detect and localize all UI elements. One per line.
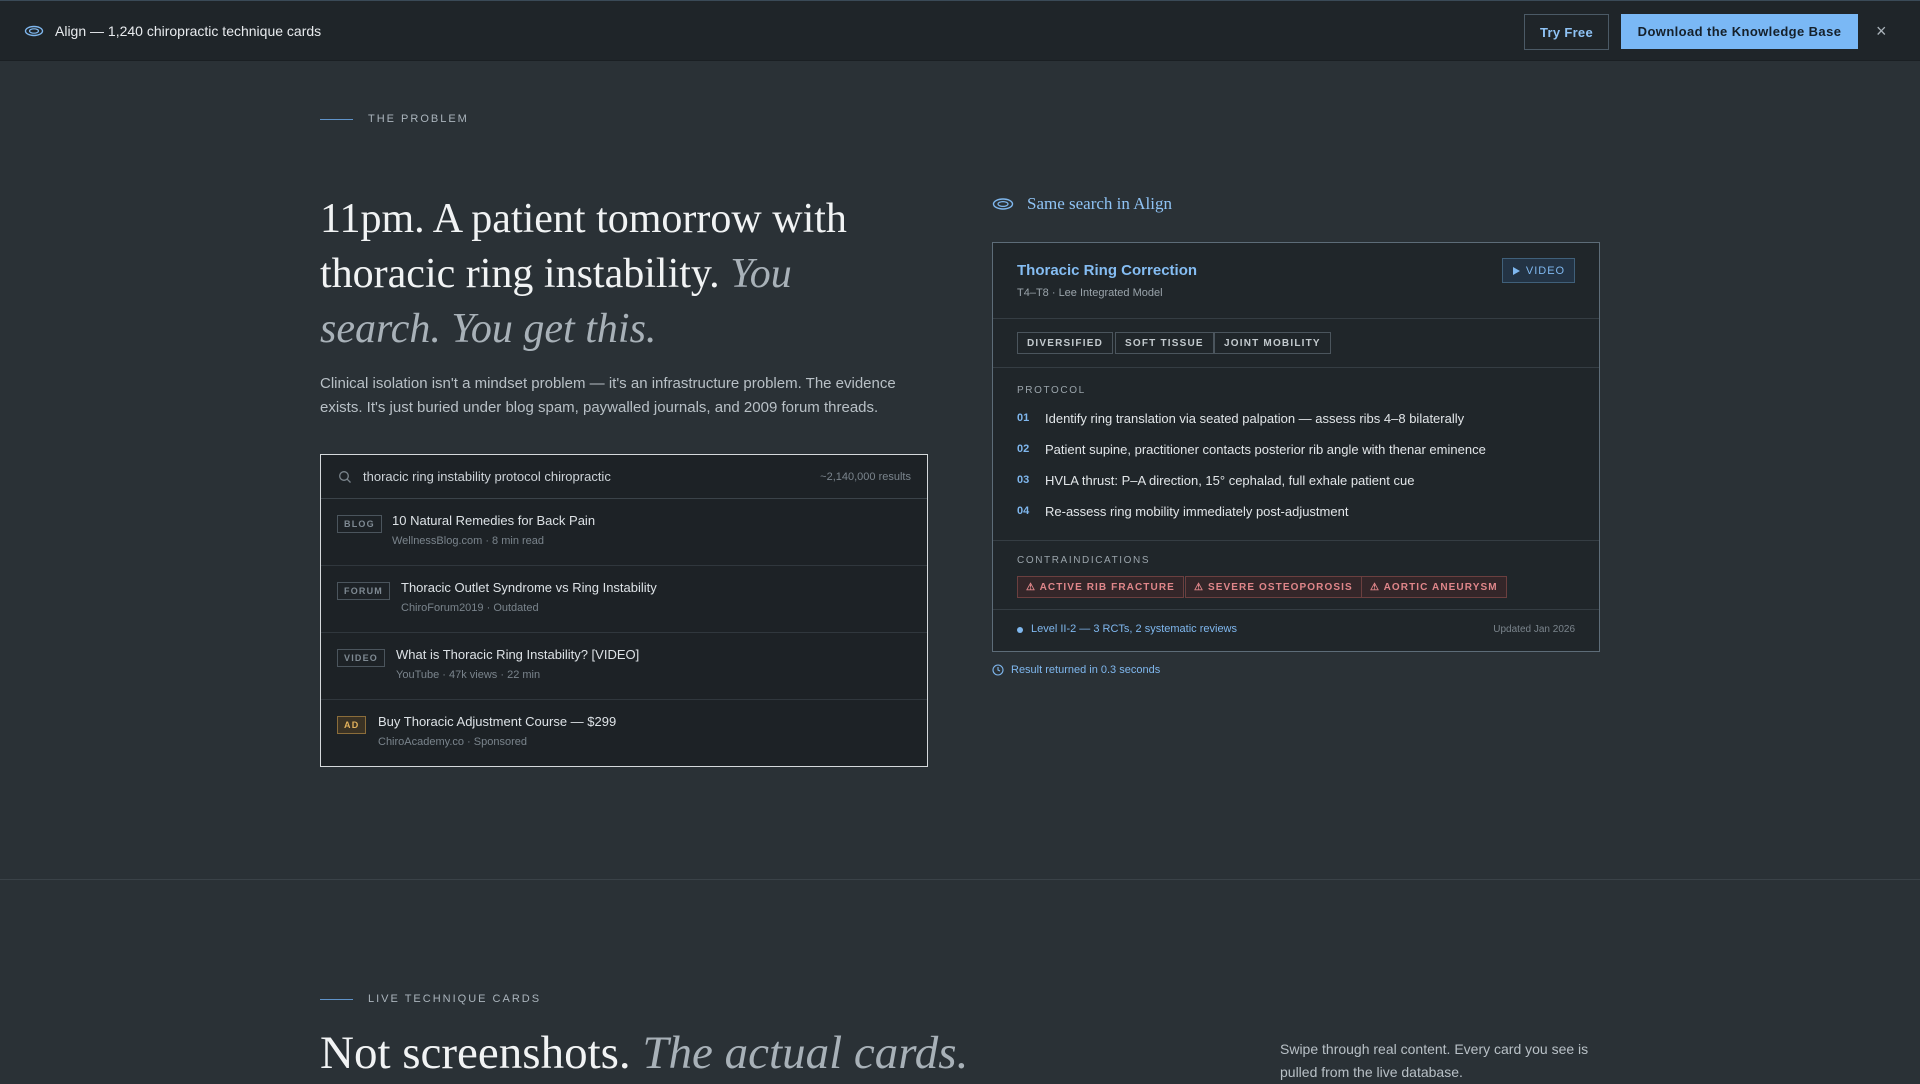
protocol-section: PROTOCOL 01 Identify ring translation vi… xyxy=(993,368,1599,541)
problem-headline: 11pm. A patient tomorrow with thoracic r… xyxy=(320,192,920,357)
eyebrow-label: THE PROBLEM xyxy=(368,113,469,125)
result-time-text: Result returned in 0.3 seconds xyxy=(1011,664,1161,676)
results-count: ~2,140,000 results xyxy=(820,471,911,483)
top-bar: Align — 1,240 chiropractic technique car… xyxy=(0,0,1920,61)
section-eyebrow-problem: THE PROBLEM xyxy=(320,113,469,125)
section-eyebrow-live: LIVE TECHNIQUE CARDS xyxy=(320,993,541,1005)
result-title[interactable]: 10 Natural Remedies for Back Pain xyxy=(392,513,595,528)
video-button[interactable]: VIDEO xyxy=(1502,258,1575,283)
updated-date: Updated Jan 2026 xyxy=(1493,624,1575,635)
step-text: HVLA thrust: P–A direction, 15° cephalad… xyxy=(1045,473,1415,488)
step-number: 04 xyxy=(1017,505,1030,517)
eyebrow-label: LIVE TECHNIQUE CARDS xyxy=(368,993,542,1005)
technique-tag: DIVERSIFIED xyxy=(1017,332,1113,354)
contraindications-label: CONTRAINDICATIONS xyxy=(1017,555,1151,566)
eyebrow-line xyxy=(320,118,353,120)
search-bar[interactable]: thoracic ring instability protocol chiro… xyxy=(321,455,927,499)
card-subtitle: T4–T8 · Lee Integrated Model xyxy=(1017,287,1163,299)
search-result[interactable]: VIDEO What is Thoracic Ring Instability?… xyxy=(321,633,927,700)
contraindication-badge: ⚠ AORTIC ANEURYSM xyxy=(1361,576,1507,598)
search-result-ad[interactable]: AD Buy Thoracic Adjustment Course — $299… xyxy=(321,700,927,767)
step-number: 01 xyxy=(1017,412,1030,424)
search-results-panel: thoracic ring instability protocol chiro… xyxy=(320,454,928,767)
contraindications-section: CONTRAINDICATIONS ⚠ ACTIVE RIB FRACTURE … xyxy=(993,541,1599,610)
card-header: Thoracic Ring Correction T4–T8 · Lee Int… xyxy=(993,243,1599,319)
result-tag: VIDEO xyxy=(337,649,386,667)
contraindication-badge: ⚠ ACTIVE RIB FRACTURE xyxy=(1017,576,1184,598)
align-heading-text: Same search in Align xyxy=(1027,194,1172,213)
play-icon xyxy=(1512,266,1520,275)
result-title[interactable]: Thoracic Outlet Syndrome vs Ring Instabi… xyxy=(401,580,657,595)
problem-lede: Clinical isolation isn't a mindset probl… xyxy=(320,375,896,416)
protocol-step: 04 Re-assess ring mobility immediately p… xyxy=(1017,504,1348,519)
result-tag: BLOG xyxy=(337,515,382,533)
clock-icon xyxy=(992,664,1004,676)
eyebrow-line xyxy=(320,998,353,1000)
eye-icon xyxy=(24,25,44,37)
ad-tag: AD xyxy=(337,716,367,734)
step-text: Identify ring translation via seated pal… xyxy=(1045,411,1465,426)
protocol-step: 01 Identify ring translation via seated … xyxy=(1017,411,1464,426)
protocol-step: 02 Patient supine, practitioner contacts… xyxy=(1017,442,1486,457)
result-meta: YouTube · 47k views · 22 min xyxy=(396,669,541,681)
search-result[interactable]: FORUM Thoracic Outlet Syndrome vs Ring I… xyxy=(321,566,927,633)
result-meta: ChiroForum2019 · Outdated xyxy=(401,602,539,614)
technique-tag: SOFT TISSUE xyxy=(1115,332,1214,354)
card-tags: DIVERSIFIED SOFT TISSUE JOINT MOBILITY xyxy=(993,319,1599,368)
video-label: VIDEO xyxy=(1525,264,1566,277)
eye-icon xyxy=(992,198,1014,210)
step-text: Re-assess ring mobility immediately post… xyxy=(1045,504,1349,519)
evidence-dot-icon xyxy=(1017,627,1023,633)
close-icon[interactable]: × xyxy=(1876,20,1887,42)
protocol-label: PROTOCOL xyxy=(1017,385,1086,396)
result-title[interactable]: Buy Thoracic Adjustment Course — $299 xyxy=(378,714,616,729)
search-query[interactable]: thoracic ring instability protocol chiro… xyxy=(363,469,611,484)
protocol-step: 03 HVLA thrust: P–A direction, 15° cepha… xyxy=(1017,473,1414,488)
section-divider xyxy=(0,879,1920,880)
live-description: Swipe through real content. Every card y… xyxy=(1280,1041,1589,1080)
result-meta: WellnessBlog.com · 8 min read xyxy=(392,535,545,547)
card-footer: Level II-2 — 3 RCTs, 2 systematic review… xyxy=(993,610,1599,650)
download-knowledge-base-button[interactable]: Download the Knowledge Base xyxy=(1621,14,1858,49)
search-icon xyxy=(339,471,351,483)
step-text: Patient supine, practitioner contacts po… xyxy=(1045,442,1486,457)
result-tag: FORUM xyxy=(337,582,390,600)
result-meta: ChiroAcademy.co · Sponsored xyxy=(378,736,527,748)
headline-italic: The actual cards. xyxy=(642,1027,969,1079)
app-title: Align — 1,240 chiropractic technique car… xyxy=(55,23,322,39)
step-number: 02 xyxy=(1017,443,1030,455)
live-headline: Not screenshots. The actual cards. xyxy=(320,1025,968,1081)
try-free-button[interactable]: Try Free xyxy=(1524,14,1609,50)
result-time: Result returned in 0.3 seconds xyxy=(992,664,1160,676)
step-number: 03 xyxy=(1017,474,1030,486)
evidence-level: Level II-2 — 3 RCTs, 2 systematic review… xyxy=(1031,623,1238,635)
headline-plain: Not screenshots. xyxy=(320,1027,643,1079)
technique-tag: JOINT MOBILITY xyxy=(1214,332,1331,354)
align-heading: Same search in Align xyxy=(992,194,1172,214)
search-result[interactable]: BLOG 10 Natural Remedies for Back Pain W… xyxy=(321,499,927,566)
result-title[interactable]: What is Thoracic Ring Instability? [VIDE… xyxy=(396,647,639,662)
card-title[interactable]: Thoracic Ring Correction xyxy=(1017,262,1197,279)
contraindication-badge: ⚠ SEVERE OSTEOPOROSIS xyxy=(1185,576,1362,598)
technique-card[interactable]: Thoracic Ring Correction T4–T8 · Lee Int… xyxy=(992,242,1600,652)
